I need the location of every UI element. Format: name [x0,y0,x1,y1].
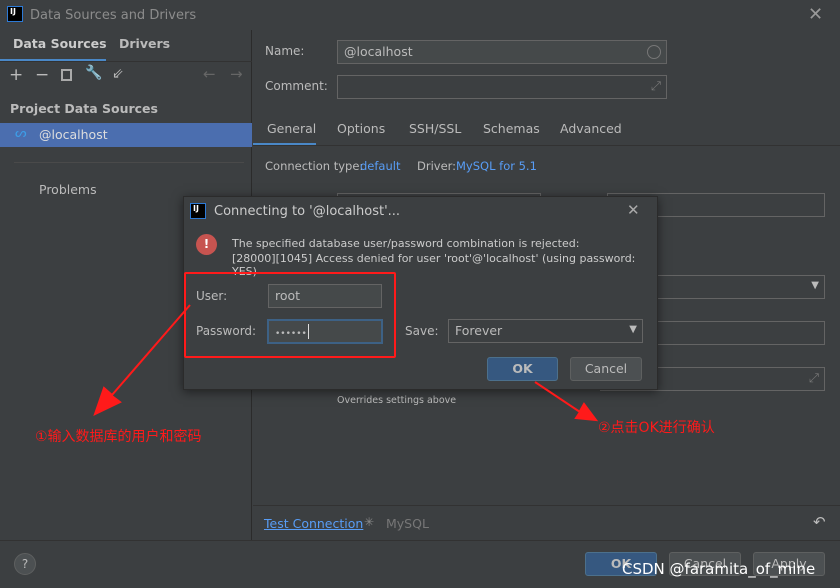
annotation-note-2: ②点击OK进行确认 [598,420,715,436]
arrow-1 [93,304,191,416]
annotation-arrows [93,304,599,422]
annotation-note-1: ①输入数据库的用户和密码 [35,429,202,445]
arrow-2 [534,381,599,422]
watermark: CSDN @faramita_of_mine [622,560,816,578]
